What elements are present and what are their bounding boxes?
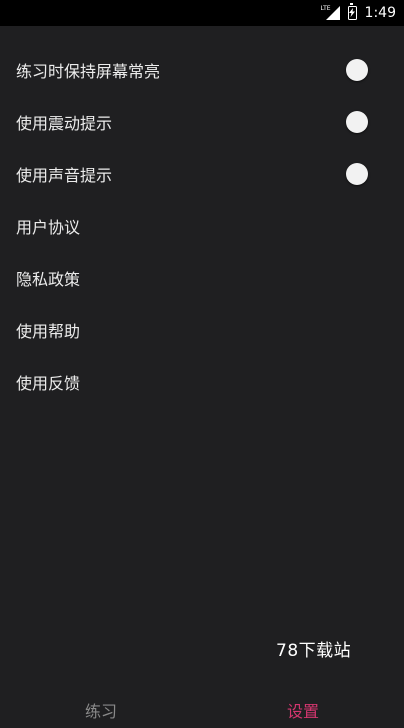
bottom-tab-bar: 练习 设置: [0, 696, 404, 721]
setting-help[interactable]: 使用帮助: [0, 304, 404, 356]
status-time: 1:49: [364, 5, 396, 21]
setting-vibration[interactable]: 使用震动提示: [0, 96, 404, 148]
setting-label: 练习时保持屏幕常亮: [16, 62, 161, 81]
setting-label: 使用声音提示: [16, 166, 113, 185]
setting-label: 使用震动提示: [16, 114, 113, 133]
setting-feedback[interactable]: 使用反馈: [0, 356, 404, 408]
setting-privacy-policy[interactable]: 隐私政策: [0, 252, 404, 304]
tab-practice[interactable]: 练习: [0, 696, 202, 728]
tab-settings[interactable]: 设置: [202, 696, 404, 728]
settings-list: 练习时保持屏幕常亮 使用震动提示 使用声音提示 用户协议 隐私政策 使用帮助 使…: [0, 44, 404, 408]
setting-label: 用户协议: [16, 218, 81, 237]
setting-label: 使用反馈: [16, 374, 81, 393]
keep-screen-on-toggle[interactable]: [346, 59, 368, 81]
watermark-text: 78下载站: [276, 641, 352, 661]
vibration-toggle[interactable]: [346, 111, 368, 133]
sound-toggle[interactable]: [346, 163, 368, 185]
setting-keep-screen-on[interactable]: 练习时保持屏幕常亮: [0, 44, 404, 96]
setting-label: 使用帮助: [16, 322, 81, 341]
signal-icon: LTE: [320, 5, 340, 20]
setting-sound[interactable]: 使用声音提示: [0, 148, 404, 200]
battery-icon: [347, 3, 357, 20]
network-type-label: LTE: [320, 5, 331, 12]
setting-label: 隐私政策: [16, 270, 81, 289]
status-bar: LTE 1:49: [0, 0, 404, 26]
setting-user-agreement[interactable]: 用户协议: [0, 200, 404, 252]
